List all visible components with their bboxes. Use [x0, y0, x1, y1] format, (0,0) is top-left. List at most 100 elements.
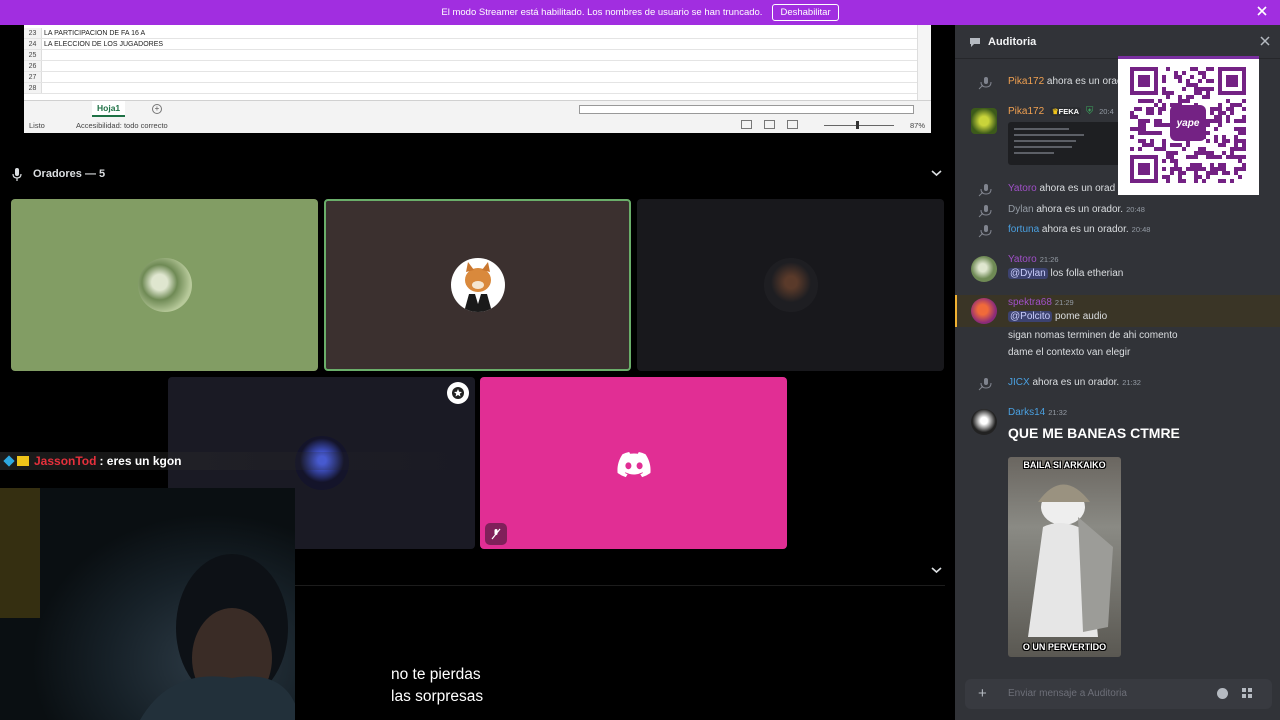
system-text: ahora es un orad — [1046, 76, 1123, 87]
timestamp: 21:32 — [1122, 378, 1141, 387]
chat-message: : eres un kgon — [99, 454, 182, 468]
status-ready: Listo — [29, 121, 45, 130]
view-buttons — [741, 120, 798, 129]
qr-code-overlay: yape — [1118, 56, 1259, 195]
username[interactable]: Dylan — [1008, 204, 1034, 215]
caption-line: las sorpresas — [391, 688, 484, 705]
system-message: Dylan ahora es un orador. 20:48 — [955, 204, 1280, 220]
horizontal-scrollbar[interactable] — [579, 105, 914, 114]
username[interactable]: JICX — [1008, 377, 1030, 388]
stream-caption: no te pierdas las sorpresas — [391, 664, 483, 708]
username[interactable]: Yatoro — [1008, 254, 1037, 265]
sheet-tab[interactable]: Hoja1 — [92, 101, 126, 117]
speaker-tile[interactable] — [11, 199, 318, 371]
microphone-icon — [978, 184, 992, 197]
discord-logo-icon — [617, 452, 651, 478]
speakers-header: Oradores — 5 — [12, 166, 105, 182]
shield-icon: ⛨ — [1085, 106, 1094, 117]
sheet-cell[interactable]: LA ELECCION DE LOS JUGADORES — [42, 39, 163, 50]
vertical-scrollbar[interactable] — [917, 25, 931, 100]
status-accessibility[interactable]: Accesibilidad: todo correcto — [76, 121, 168, 130]
row-number[interactable]: 23 — [24, 28, 42, 38]
speaker-tile[interactable] — [637, 199, 944, 371]
message-text: dame el contexto van elegir — [1008, 347, 1131, 358]
message-text: pome audio — [1054, 311, 1108, 322]
streamer-mode-banner: El modo Streamer está habilitado. Los no… — [0, 0, 1280, 25]
row-number[interactable]: 26 — [24, 61, 42, 71]
message-composer[interactable]: + Enviar mensaje a Auditoria — [965, 679, 1272, 709]
user-mention[interactable]: @Polcito — [1008, 311, 1053, 322]
speaker-tile-default[interactable] — [480, 377, 787, 549]
zoom-slider[interactable] — [824, 121, 894, 129]
pin-icon[interactable] — [447, 382, 469, 404]
qr-brand-text: yape — [1176, 117, 1200, 129]
attachment-image[interactable] — [1008, 122, 1126, 165]
system-text: ahora es un orador. — [1036, 204, 1124, 215]
timestamp: 21:29 — [1054, 298, 1074, 307]
add-sheet-icon[interactable]: + — [152, 104, 162, 114]
microphone-icon — [978, 205, 992, 218]
row-number[interactable]: 25 — [24, 50, 42, 60]
close-icon[interactable] — [1256, 5, 1268, 17]
sheet-row: 23 LA PARTICIPACION DE FA 16 A — [24, 28, 917, 39]
banner-text: El modo Streamer está habilitado. Los no… — [441, 7, 763, 18]
username[interactable]: spektra68 — [1008, 297, 1052, 308]
sheet-row: 24 LA ELECCION DE LOS JUGADORES — [24, 39, 917, 50]
sheet-status-bar: Listo Accesibilidad: todo correcto 87% — [24, 117, 931, 133]
avatar[interactable] — [971, 409, 997, 435]
muted-icon — [485, 523, 507, 545]
close-icon[interactable] — [1260, 36, 1270, 46]
sheet-row: 28 — [24, 83, 917, 94]
speaker-tile-speaking[interactable] — [324, 199, 631, 371]
avatar — [137, 258, 192, 312]
username[interactable]: Pika172 — [1008, 76, 1044, 87]
sheet-row: 26 — [24, 61, 917, 72]
message-text: los folla etherian — [1050, 268, 1124, 279]
meme-text: O UN PERVERTIDO — [1022, 642, 1107, 652]
timestamp: 21:32 — [1048, 408, 1068, 417]
emoji-icon[interactable] — [1217, 688, 1228, 699]
user-mention[interactable]: @Dylan — [1008, 268, 1048, 279]
sheet-cell[interactable]: LA PARTICIPACION DE FA 16 A — [42, 28, 145, 39]
apps-icon[interactable] — [1242, 688, 1253, 699]
username[interactable]: Pika172 — [1008, 106, 1044, 117]
username[interactable]: Yatoro — [1008, 183, 1037, 194]
sheet-row: 27 — [24, 72, 917, 83]
disable-streamer-button[interactable]: Deshabilitar — [772, 4, 839, 21]
avatar[interactable] — [971, 298, 997, 324]
sheet-row: 25 — [24, 50, 917, 61]
timestamp: 20:48 — [1126, 205, 1145, 214]
row-number[interactable]: 28 — [24, 83, 42, 93]
microphone-icon — [978, 378, 992, 391]
normal-view-icon[interactable] — [741, 120, 752, 129]
avatar — [763, 258, 818, 312]
avatar[interactable] — [971, 108, 997, 134]
timestamp: 21:26 — [1039, 255, 1059, 264]
row-number[interactable]: 24 — [24, 39, 42, 49]
chat-message: Darks14 21:32 QUE ME BANEAS CTMRE BAILA S… — [955, 407, 1280, 679]
chevron-down-icon[interactable] — [931, 566, 942, 574]
plus-icon[interactable]: + — [978, 686, 987, 701]
qr-brand-logo: yape — [1170, 105, 1206, 141]
chat-username: JassonTod — [34, 454, 97, 468]
sheet-tab-bar: Hoja1 + — [24, 100, 931, 117]
composer-placeholder: Enviar mensaje a Auditoria — [1008, 688, 1127, 699]
webcam-feed — [0, 488, 295, 720]
avatar — [450, 258, 505, 312]
system-text: ahora es un orad — [1039, 183, 1116, 194]
username[interactable]: fortuna — [1008, 224, 1039, 235]
message-text: sigan nomas terminen de ahi comento — [1008, 330, 1178, 341]
page-layout-view-icon[interactable] — [764, 120, 775, 129]
meme-image[interactable]: BAILA SI ARKAIKO O UN PERVERTIDO — [1008, 457, 1121, 657]
stage-channel-icon — [970, 37, 980, 47]
timestamp: 20:4 — [1099, 107, 1114, 116]
username[interactable]: Darks14 — [1008, 407, 1045, 418]
chevron-down-icon[interactable] — [931, 169, 942, 177]
avatar[interactable] — [971, 256, 997, 282]
panel-header: Auditoria — [955, 25, 1280, 59]
row-number[interactable]: 27 — [24, 72, 42, 82]
system-text: ahora es un orador. — [1032, 377, 1120, 388]
page-break-view-icon[interactable] — [787, 120, 798, 129]
crown-icon — [17, 456, 29, 466]
message-text: QUE ME BANEAS CTMRE — [1008, 425, 1180, 441]
